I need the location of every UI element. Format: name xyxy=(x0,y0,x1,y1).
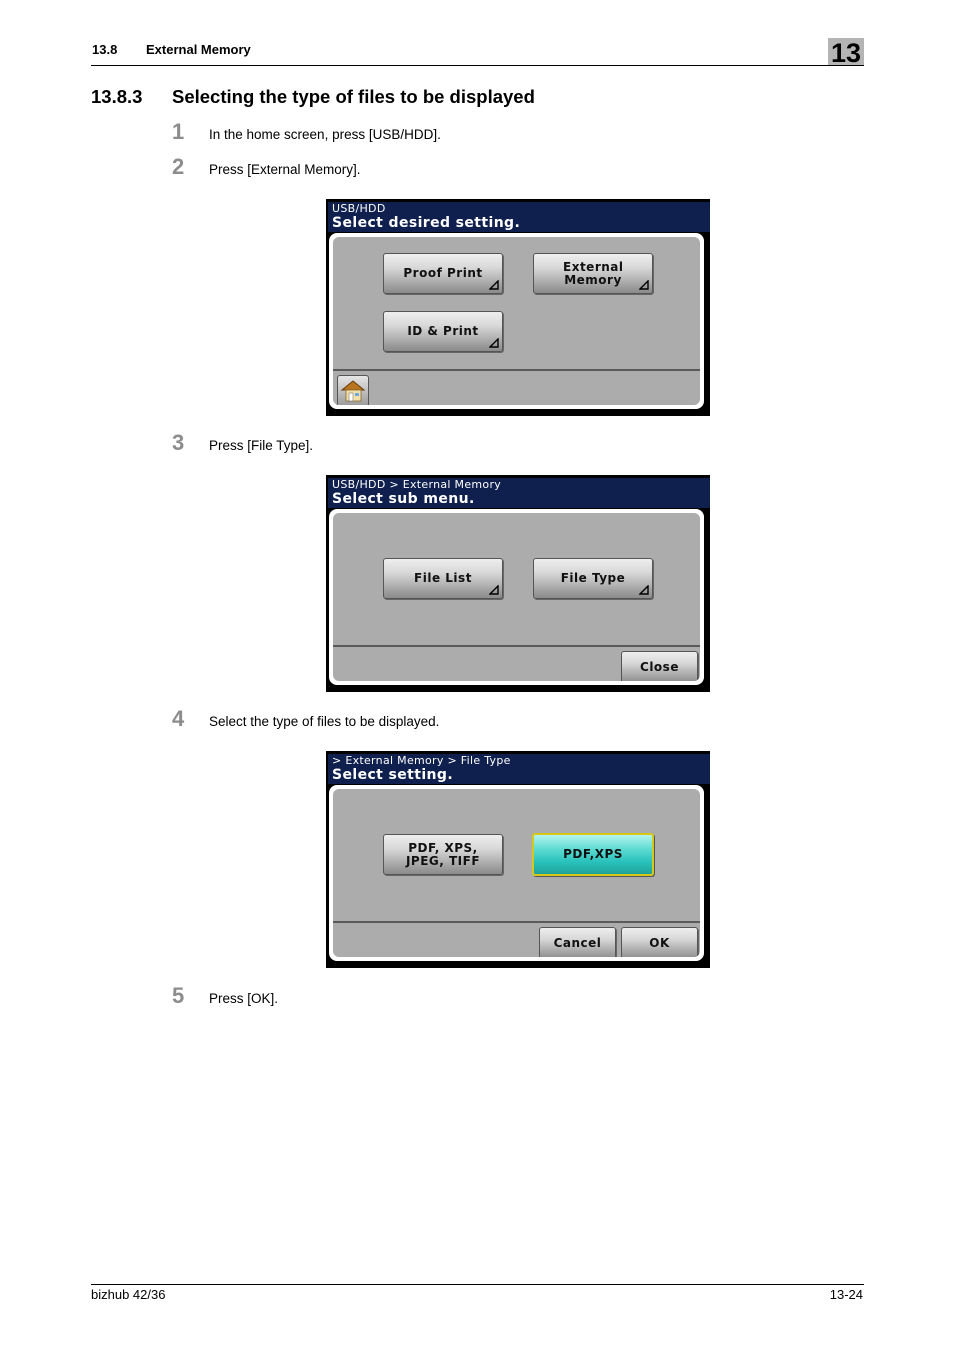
screen-prompt: Select sub menu. xyxy=(332,491,475,507)
step-number: 3 xyxy=(172,430,185,455)
footer-rule xyxy=(91,1284,864,1285)
screen-frame: PDF, XPS, JPEG, TIFF PDF,XPS Cancel OK xyxy=(329,785,704,961)
screen-title-bar: USB/HDD Select desired setting. xyxy=(328,202,710,232)
footer-divider xyxy=(333,369,700,371)
step-text: Press [File Type]. xyxy=(209,438,314,453)
header-section-title: External Memory xyxy=(146,42,251,57)
header-section-number: 13.8 xyxy=(92,42,118,57)
step-number: 2 xyxy=(172,154,185,179)
button-label: Cancel xyxy=(553,936,602,950)
footer-divider xyxy=(333,921,700,923)
submenu-corner-icon xyxy=(489,338,499,348)
ok-button[interactable]: OK xyxy=(621,927,698,957)
submenu-corner-icon xyxy=(489,585,499,595)
step-number: 5 xyxy=(172,983,185,1008)
breadcrumb: > External Memory > File Type xyxy=(332,754,511,767)
button-label: Proof Print xyxy=(403,266,483,280)
screen-usb-hdd: USB/HDD Select desired setting. Proof Pr… xyxy=(326,199,710,416)
screen-frame: Proof Print External Memory ID & Print xyxy=(329,233,704,409)
proof-print-button[interactable]: Proof Print xyxy=(383,253,503,294)
button-label: File List xyxy=(414,571,472,585)
option-pdf-xps[interactable]: PDF,XPS xyxy=(532,833,654,876)
screen-title-bar: USB/HDD > External Memory Select sub men… xyxy=(328,478,710,508)
file-type-button[interactable]: File Type xyxy=(533,558,653,599)
home-icon xyxy=(340,380,366,402)
button-label: External Memory xyxy=(563,259,624,287)
submenu-corner-icon xyxy=(639,280,649,290)
button-label: ID & Print xyxy=(407,324,479,338)
screen-prompt: Select desired setting. xyxy=(332,215,521,231)
breadcrumb: USB/HDD xyxy=(332,202,386,215)
screen-title-bar: > External Memory > File Type Select set… xyxy=(328,754,710,784)
step-text: Select the type of files to be displayed… xyxy=(209,714,440,729)
screen-file-type: > External Memory > File Type Select set… xyxy=(326,751,710,968)
screen-frame: File List File Type Close xyxy=(329,509,704,685)
step-text: Press [OK]. xyxy=(209,991,279,1006)
button-label: OK xyxy=(649,936,670,950)
submenu-corner-icon xyxy=(639,585,649,595)
step-text: In the home screen, press [USB/HDD]. xyxy=(209,127,441,142)
file-list-button[interactable]: File List xyxy=(383,558,503,599)
screen-content: Proof Print External Memory ID & Print xyxy=(333,237,700,405)
section-heading: 13.8.3 Selecting the type of files to be … xyxy=(91,86,535,108)
chapter-number-badge: 13 xyxy=(828,38,864,68)
cancel-button[interactable]: Cancel xyxy=(539,927,616,957)
screen-prompt: Select setting. xyxy=(332,767,454,783)
step-text: Press [External Memory]. xyxy=(209,162,361,177)
submenu-corner-icon xyxy=(489,280,499,290)
step-number: 4 xyxy=(172,706,185,731)
footer-page-number: 13-24 xyxy=(829,1287,863,1302)
section-number: 13.8.3 xyxy=(91,86,143,107)
breadcrumb: USB/HDD > External Memory xyxy=(332,478,502,491)
step-number: 1 xyxy=(172,119,185,144)
section-title: Selecting the type of files to be displa… xyxy=(172,86,535,107)
button-label: Close xyxy=(640,660,679,674)
button-label: PDF, XPS, JPEG, TIFF xyxy=(405,840,481,868)
home-button[interactable] xyxy=(337,375,369,405)
screen-content: PDF, XPS, JPEG, TIFF PDF,XPS Cancel OK xyxy=(333,789,700,957)
id-print-button[interactable]: ID & Print xyxy=(383,311,503,352)
external-memory-button[interactable]: External Memory xyxy=(533,253,653,294)
screen-external-memory: USB/HDD > External Memory Select sub men… xyxy=(326,475,710,692)
close-button[interactable]: Close xyxy=(621,651,698,681)
screen-content: File List File Type Close xyxy=(333,513,700,681)
footer-product: bizhub 42/36 xyxy=(91,1287,166,1302)
option-pdf-xps-jpeg-tiff[interactable]: PDF, XPS, JPEG, TIFF xyxy=(383,834,503,875)
footer-divider xyxy=(333,645,700,647)
header-rule xyxy=(91,65,864,66)
button-label: File Type xyxy=(560,571,626,585)
button-label: PDF,XPS xyxy=(563,847,623,861)
running-header: 13.8 External Memory xyxy=(92,42,251,57)
